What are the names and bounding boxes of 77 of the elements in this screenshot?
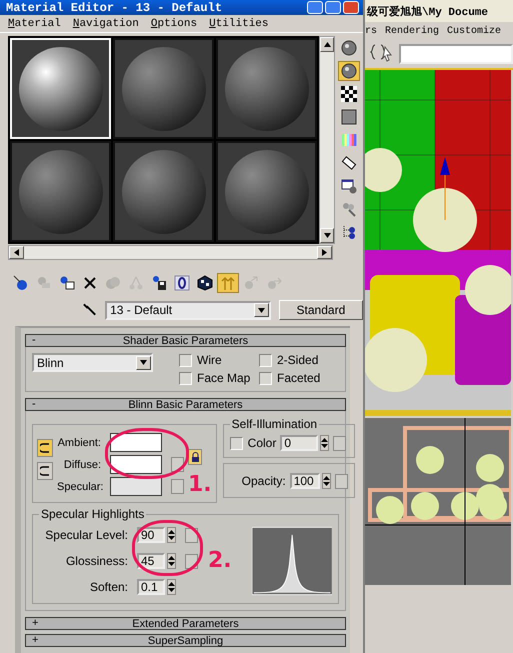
side-tool-button[interactable] [338,84,360,104]
menu-item[interactable]: Customize [447,26,502,36]
color-lock-button[interactable] [37,439,53,457]
spinner-arrows[interactable] [320,435,330,451]
handwritten-number: 2. [208,550,232,572]
rollout-sign: + [32,617,38,629]
group-title: Specular Highlights [40,507,146,521]
padlock-button[interactable] [188,449,202,465]
dropdown-icon [140,359,147,366]
scroll-down-icon [324,232,330,239]
color-swatch[interactable] [110,477,162,496]
checker-icon [341,86,357,102]
menu-item[interactable]: Options [150,18,198,30]
scroll-right-icon [321,249,328,256]
checkbox-option[interactable]: Face Map [179,371,259,385]
checkbox-option[interactable]: Wire [179,353,259,367]
close-icon [82,275,98,291]
handwritten-number: 1. [188,474,212,496]
color-amount-field[interactable]: 0 [280,435,318,451]
close-button[interactable] [343,1,359,14]
rollout-header[interactable]: - Shader Basic Parameters [25,334,346,347]
scroll-left-icon [13,249,20,256]
maximize-button[interactable] [325,1,341,14]
window-title: 级可爱旭旭\My Docume [367,4,488,18]
spinner-arrows[interactable] [167,579,176,595]
eyedropper-icon[interactable] [82,302,98,318]
rollout-header[interactable]: + SuperSampling [25,634,346,647]
padlock-icon [190,452,200,462]
checkbox-option[interactable]: Color [230,436,276,450]
side-tool-button[interactable] [338,61,360,81]
color-bars-icon [341,132,357,148]
checkbox-option[interactable]: 2-Sided [259,353,339,367]
spinner-field[interactable]: 90 [137,527,165,543]
rollout-sign: + [32,634,38,646]
color-swatch[interactable] [110,455,162,474]
dropdown-icon [258,306,265,314]
bracket-icon [40,443,50,453]
color-label: Ambient: [57,436,101,448]
scroll-up-icon [324,41,330,48]
spinner-label: Glossiness: [64,554,128,568]
spinner-arrows[interactable] [167,527,176,543]
window-title: Material Editor - 13 - Default [6,0,222,14]
color-lock-button[interactable] [37,462,53,480]
menu-item[interactable]: Navigation [72,18,139,30]
group-title: Self-Illumination [230,417,318,431]
spinner-arrows[interactable] [322,473,331,489]
menu-item[interactable]: Utilities [209,18,268,30]
material-name-field[interactable]: 13 - Default [105,300,271,320]
opacity-label: Opacity: [242,474,286,488]
rollout-sign: - [32,334,36,346]
color-label: Diffuse: [62,458,101,470]
shader-dropdown[interactable]: Blinn [32,353,153,372]
vertical-scrollbar[interactable] [319,36,335,244]
copy-spheres-icon [105,275,121,291]
opacity-field[interactable]: 100 [290,473,320,489]
menu-item[interactable]: Material [8,18,61,30]
color-label: Specular: [57,480,101,492]
spinner-field[interactable]: 45 [137,553,165,569]
horizontal-scrollbar[interactable] [8,245,333,260]
checkbox-option[interactable]: Faceted [259,371,339,385]
menu-item[interactable]: rs [365,26,378,36]
rollout-sign: - [32,398,36,410]
bracket-icon [40,466,50,476]
minimize-button[interactable] [307,1,323,14]
sphere-icon [341,40,357,56]
spinner-field[interactable]: 0.1 [137,579,165,595]
rollout-header[interactable]: + Extended Parameters [25,617,346,630]
menu-item[interactable]: Rendering [385,26,440,36]
square-icon [341,109,357,125]
rollout-header[interactable]: - Blinn Basic Parameters [25,398,346,411]
material-type-button[interactable]: Standard [278,300,363,320]
spinner-arrows[interactable] [167,553,176,569]
spinner-label: Soften: [88,580,128,594]
sphere-icon [341,63,357,79]
spinner-label: Specular Level: [44,528,128,542]
selection-set-field[interactable] [399,44,513,64]
color-swatch[interactable] [110,433,162,452]
